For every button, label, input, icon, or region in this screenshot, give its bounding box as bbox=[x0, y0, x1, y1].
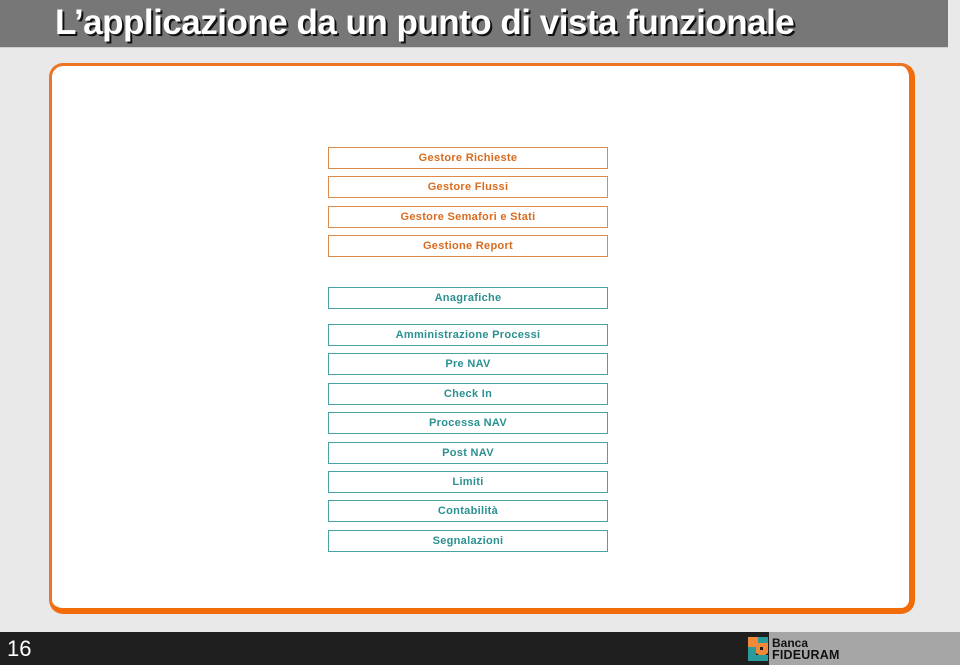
logo-line-fideuram: FIDEURAM bbox=[772, 648, 840, 662]
module-limiti[interactable]: Limiti bbox=[328, 471, 608, 493]
module-post-nav[interactable]: Post NAV bbox=[328, 442, 608, 464]
fideuram-logo-icon bbox=[748, 637, 768, 661]
module-amministrazione-processi[interactable]: Amministrazione Processi bbox=[328, 324, 608, 346]
module-contabilita[interactable]: Contabilità bbox=[328, 500, 608, 522]
module-gestore-semafori-stati[interactable]: Gestore Semafori e Stati bbox=[328, 206, 608, 228]
slide-title: L’applicazione da un punto di vista funz… bbox=[55, 3, 795, 42]
title-bar: L’applicazione da un punto di vista funz… bbox=[0, 0, 948, 48]
module-processa-nav[interactable]: Processa NAV bbox=[328, 412, 608, 434]
module-gestore-flussi[interactable]: Gestore Flussi bbox=[328, 176, 608, 198]
module-pre-nav[interactable]: Pre NAV bbox=[328, 353, 608, 375]
page-number: 16 bbox=[7, 636, 32, 661]
module-check-in[interactable]: Check In bbox=[328, 383, 608, 405]
module-anagrafiche[interactable]: Anagrafiche bbox=[328, 287, 608, 309]
logo-wordmark: Banca FIDEURAM bbox=[772, 637, 840, 661]
module-gestore-richieste[interactable]: Gestore Richieste bbox=[328, 147, 608, 169]
module-segnalazioni[interactable]: Segnalazioni bbox=[328, 530, 608, 552]
module-gestione-report[interactable]: Gestione Report bbox=[328, 235, 608, 257]
